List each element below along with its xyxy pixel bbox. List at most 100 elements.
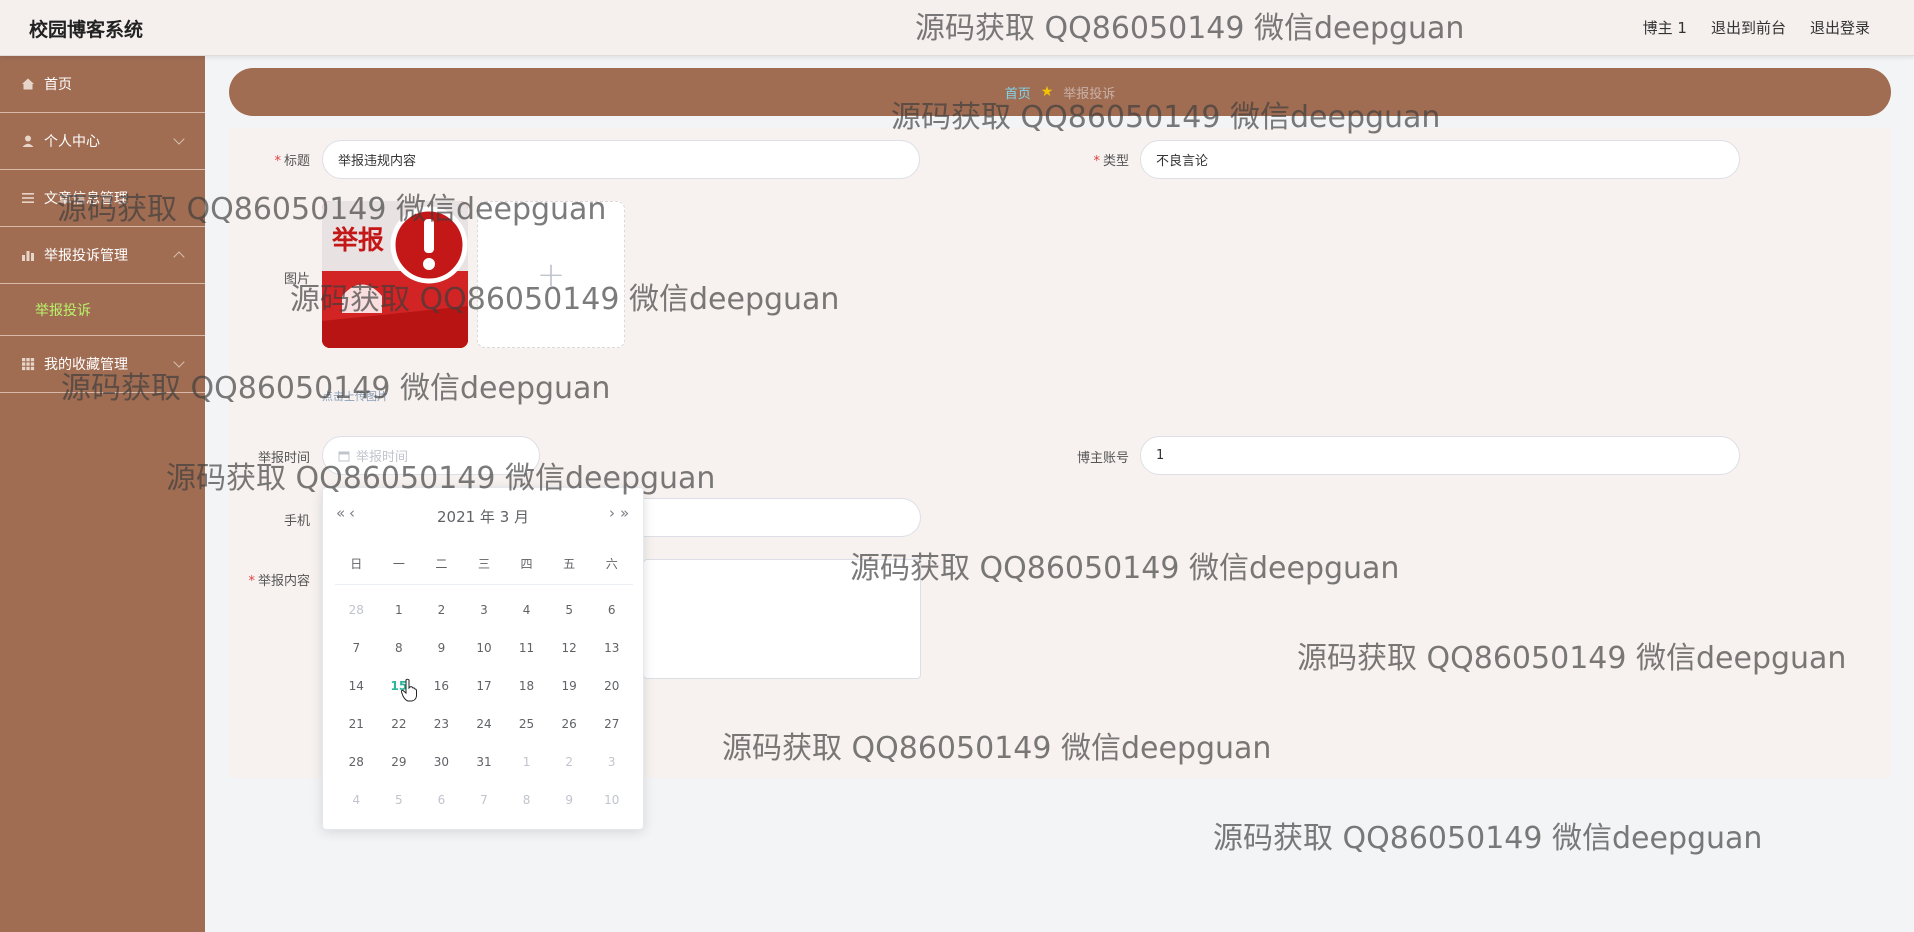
next-month-icon[interactable]: › bbox=[609, 504, 615, 522]
sidebar-item-label: 首页 bbox=[44, 77, 72, 93]
day-cell[interactable]: 31 bbox=[463, 743, 506, 781]
title-label: * 标题 bbox=[274, 154, 310, 169]
day-cell[interactable]: 4 bbox=[505, 591, 548, 629]
day-cell[interactable]: 19 bbox=[548, 667, 591, 705]
report-time-input[interactable]: 举报时间 bbox=[322, 436, 540, 475]
hand-cursor-icon bbox=[400, 678, 417, 702]
breadcrumb-home[interactable]: 首页 bbox=[1005, 83, 1031, 102]
user-icon bbox=[20, 133, 36, 149]
phone-label: 手机 bbox=[283, 514, 310, 529]
next-year-icon[interactable]: » bbox=[620, 504, 629, 522]
phone-input[interactable] bbox=[643, 498, 921, 537]
calendar-icon bbox=[338, 450, 350, 462]
breadcrumb: 首页 ★ 举报投诉 bbox=[229, 68, 1891, 116]
current-user[interactable]: 博主 1 bbox=[1643, 17, 1687, 38]
sidebar-item-favorites[interactable]: 我的收藏管理 bbox=[0, 336, 205, 393]
weekday-label: 五 bbox=[563, 557, 576, 571]
sidebar-subitem-report[interactable]: 举报投诉 bbox=[0, 284, 205, 336]
day-cell[interactable]: 16 bbox=[420, 667, 463, 705]
day-cell[interactable]: 14 bbox=[335, 667, 378, 705]
chart-icon bbox=[20, 247, 36, 263]
day-cell[interactable]: 18 bbox=[505, 667, 548, 705]
day-cell[interactable]: 29 bbox=[378, 743, 421, 781]
grid-icon bbox=[20, 356, 36, 372]
day-grid: 28 1 2 3 4 5 6 7 8 9 10 11 12 13 14 15 16 17 18 19 20 21 22 23 2… bbox=[335, 591, 633, 819]
day-cell[interactable]: 2 bbox=[548, 743, 591, 781]
upload-add-button[interactable]: + bbox=[477, 201, 625, 348]
day-cell[interactable]: 1 bbox=[378, 591, 421, 629]
day-cell[interactable]: 5 bbox=[548, 591, 591, 629]
day-cell[interactable]: 3 bbox=[463, 591, 506, 629]
content-label: * 举报内容 bbox=[248, 574, 310, 589]
weekday-label: 三 bbox=[477, 557, 490, 571]
top-header: 校园博客系统 博主 1 退出到前台 退出登录 bbox=[0, 0, 1914, 56]
day-cell[interactable]: 12 bbox=[548, 629, 591, 667]
picker-year-month: 2021 年 3 月 bbox=[436, 508, 530, 526]
day-cell[interactable]: 5 bbox=[378, 781, 421, 819]
day-cell[interactable]: 28 bbox=[335, 743, 378, 781]
day-cell[interactable]: 20 bbox=[590, 667, 633, 705]
sidebar-item-label: 个人中心 bbox=[44, 134, 100, 150]
day-cell[interactable]: 25 bbox=[505, 705, 548, 743]
day-cell[interactable]: 28 bbox=[335, 591, 378, 629]
weekday-label: 二 bbox=[435, 557, 448, 571]
sidebar-item-personal[interactable]: 个人中心 bbox=[0, 113, 205, 170]
day-cell[interactable]: 22 bbox=[378, 705, 421, 743]
day-cell[interactable]: 6 bbox=[590, 591, 633, 629]
day-cell[interactable]: 23 bbox=[420, 705, 463, 743]
day-cell[interactable]: 26 bbox=[548, 705, 591, 743]
day-cell[interactable]: 21 bbox=[335, 705, 378, 743]
chevron-up-icon bbox=[173, 251, 185, 263]
sidebar-item-label: 文章信息管理 bbox=[44, 191, 128, 207]
day-cell[interactable]: 1 bbox=[505, 743, 548, 781]
day-cell[interactable]: 8 bbox=[505, 781, 548, 819]
day-cell[interactable]: 17 bbox=[463, 667, 506, 705]
day-cell[interactable]: 11 bbox=[505, 629, 548, 667]
day-cell[interactable]: 24 bbox=[463, 705, 506, 743]
day-cell[interactable]: 8 bbox=[378, 629, 421, 667]
home-icon bbox=[20, 76, 36, 92]
account-label: 博主账号 bbox=[1076, 451, 1129, 466]
exit-to-front-link[interactable]: 退出到前台 bbox=[1711, 17, 1786, 38]
day-cell[interactable]: 4 bbox=[335, 781, 378, 819]
day-cell[interactable]: 2 bbox=[420, 591, 463, 629]
weekday-label: 日 bbox=[350, 557, 363, 571]
day-cell[interactable]: 10 bbox=[590, 781, 633, 819]
day-cell[interactable]: 10 bbox=[463, 629, 506, 667]
breadcrumb-current: 举报投诉 bbox=[1063, 86, 1116, 102]
day-cell[interactable]: 13 bbox=[590, 629, 633, 667]
chevron-down-icon bbox=[173, 133, 185, 145]
date-picker: « ‹ 2021 年 3 月 › » 日一二三四五六 28 1 2 3 4 5 6 7 8 9 10… bbox=[322, 487, 644, 830]
weekday-label: 六 bbox=[605, 557, 618, 571]
day-cell[interactable]: 7 bbox=[463, 781, 506, 819]
day-cell[interactable]: 3 bbox=[590, 743, 633, 781]
day-cell[interactable]: 9 bbox=[420, 629, 463, 667]
list-icon bbox=[20, 190, 36, 206]
plus-icon: + bbox=[536, 254, 566, 295]
logout-link[interactable]: 退出登录 bbox=[1810, 17, 1870, 38]
day-cell[interactable]: 7 bbox=[335, 629, 378, 667]
sidebar-item-label: 我的收藏管理 bbox=[44, 357, 128, 373]
day-cell[interactable]: 6 bbox=[420, 781, 463, 819]
sidebar: 首页 个人中心 文章信息管理 举报投诉管理 举报投诉 我的收藏管理 bbox=[0, 56, 205, 932]
sidebar-item-home[interactable]: 首页 bbox=[0, 56, 205, 113]
day-cell[interactable]: 9 bbox=[548, 781, 591, 819]
image-label: 图片 bbox=[283, 272, 310, 287]
type-input[interactable]: 不良言论 bbox=[1140, 140, 1740, 179]
day-cell[interactable]: 27 bbox=[590, 705, 633, 743]
sidebar-item-articles[interactable]: 文章信息管理 bbox=[0, 170, 205, 227]
weekday-label: 一 bbox=[392, 557, 405, 571]
day-cell[interactable]: 30 bbox=[420, 743, 463, 781]
weekday-label: 四 bbox=[520, 557, 533, 571]
site-title: 校园博客系统 bbox=[29, 19, 144, 41]
chevron-down-icon bbox=[173, 356, 185, 368]
svg-text:举报: 举报 bbox=[331, 225, 384, 256]
weekday-header: 日一二三四五六 bbox=[335, 555, 633, 585]
uploaded-image[interactable]: 举报 bbox=[322, 201, 468, 348]
title-input[interactable]: 举报违规内容 bbox=[322, 140, 920, 179]
sidebar-item-reports[interactable]: 举报投诉管理 bbox=[0, 227, 205, 284]
upload-tip: 点击上传图片 bbox=[322, 390, 388, 403]
account-input[interactable]: 1 bbox=[1140, 436, 1740, 475]
content-textarea[interactable] bbox=[643, 559, 921, 679]
type-label: * 类型 bbox=[1093, 154, 1129, 169]
